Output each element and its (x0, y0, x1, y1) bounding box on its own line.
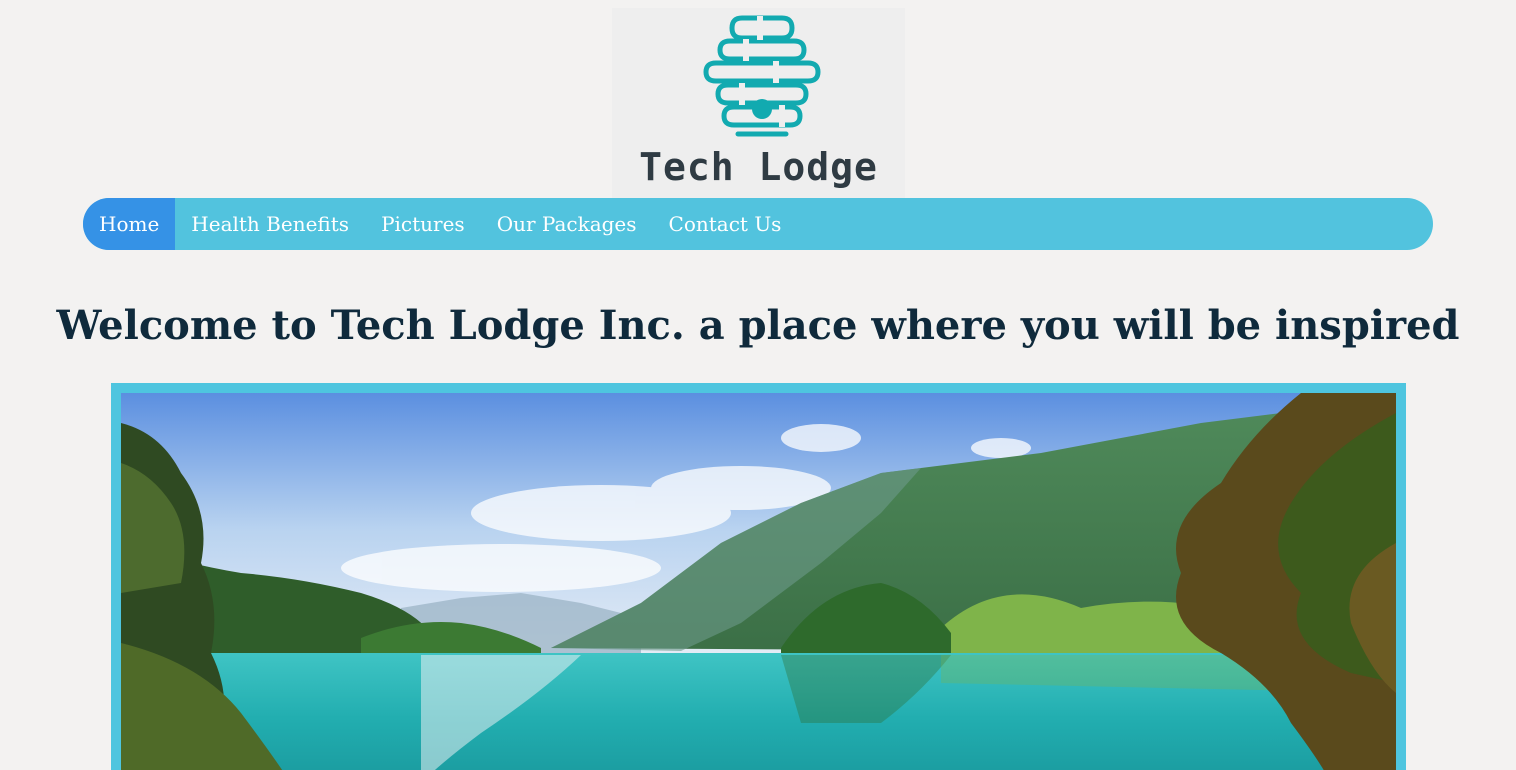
nav-item-home[interactable]: Home (83, 198, 176, 250)
nav-item-health-benefits[interactable]: Health Benefits (175, 198, 365, 250)
beehive-brain-icon (703, 15, 821, 137)
site-logo[interactable]: Tech Lodge (612, 8, 905, 198)
hero-image-frame (111, 383, 1406, 770)
main-navigation: Home Health Benefits Pictures Our Packag… (83, 198, 1433, 250)
hero-landscape-image (121, 393, 1396, 770)
nav-item-our-packages[interactable]: Our Packages (481, 198, 653, 250)
logo-text: Tech Lodge (639, 145, 878, 189)
nav-item-pictures[interactable]: Pictures (365, 198, 481, 250)
nav-item-contact-us[interactable]: Contact Us (653, 198, 798, 250)
page-title: Welcome to Tech Lodge Inc. a place where… (56, 302, 1460, 349)
